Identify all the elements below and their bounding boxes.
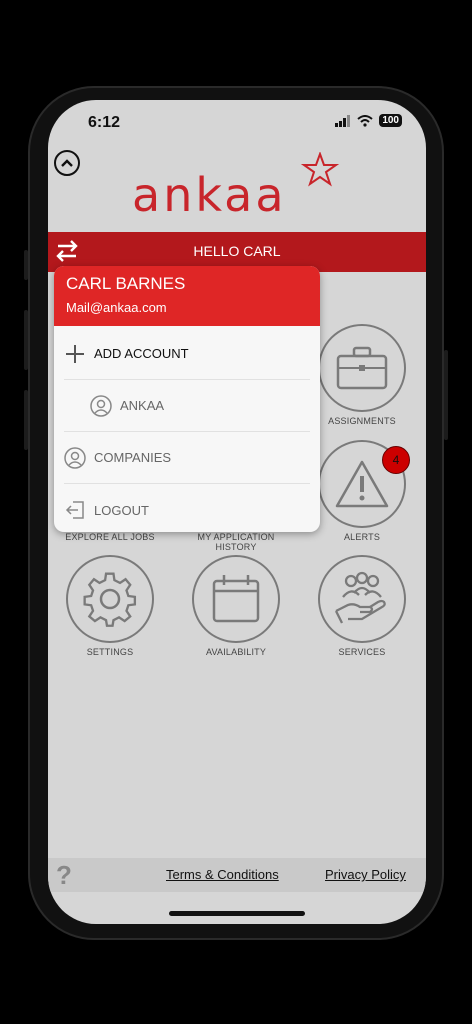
menu-item-label: ANKAA xyxy=(120,398,165,413)
tile-label: ASSIGNMENTS xyxy=(328,416,396,426)
phone-mute-switch xyxy=(24,250,28,280)
tile-label: MY APPLICATION HISTORY xyxy=(197,532,275,552)
user-circle-icon xyxy=(64,446,86,469)
account-email: Mail@ankaa.com xyxy=(66,300,167,315)
user-circle-icon xyxy=(90,394,112,417)
menu-item-label: LOGOUT xyxy=(94,502,149,518)
terms-link[interactable]: Terms & Conditions xyxy=(166,867,279,882)
footer-bar: ? Terms & Conditions Privacy Policy xyxy=(48,858,426,892)
tile-settings[interactable]: SETTINGS xyxy=(50,555,170,657)
tile-assignments[interactable]: ASSIGNMENTS xyxy=(302,324,422,426)
tile-label: ALERTS xyxy=(343,532,381,542)
greeting-title: HELLO CARL xyxy=(193,243,281,259)
plus-icon xyxy=(66,344,84,363)
tile-label: SERVICES xyxy=(338,647,386,657)
tile-services[interactable]: SERVICES xyxy=(302,555,422,657)
gear-icon xyxy=(83,572,137,627)
help-icon[interactable]: ? xyxy=(56,860,72,891)
tile-availability[interactable]: AVAILABILITY xyxy=(176,555,296,657)
logo-star-icon xyxy=(300,152,340,187)
alerts-badge: 4 xyxy=(382,446,410,474)
account-menu-header: CARL BARNES Mail@ankaa.com xyxy=(54,266,320,326)
privacy-link[interactable]: Privacy Policy xyxy=(325,867,406,882)
tile-circle xyxy=(192,555,280,643)
status-time: 6:12 xyxy=(88,114,121,131)
status-icons: 100 xyxy=(335,114,402,127)
phone-volume-up xyxy=(24,310,28,370)
phone-power-button xyxy=(444,350,448,440)
tile-label: SETTINGS xyxy=(86,647,134,657)
home-indicator[interactable] xyxy=(169,911,305,916)
status-bar: 6:12 100 xyxy=(48,100,426,144)
chevron-up-icon xyxy=(61,159,73,167)
menu-item-logout[interactable]: LOGOUT xyxy=(64,484,310,532)
account-name: CARL BARNES xyxy=(66,274,186,293)
signal-icon xyxy=(335,114,351,127)
tile-circle xyxy=(318,324,406,412)
wifi-icon xyxy=(357,114,373,127)
briefcase-icon xyxy=(336,346,388,390)
tile-circle xyxy=(318,555,406,643)
people-hand-icon xyxy=(334,571,386,624)
calendar-icon xyxy=(212,575,260,623)
tile-label: AVAILABILITY xyxy=(205,647,267,657)
account-menu: CARL BARNES Mail@ankaa.com ADD ACCOUNT A… xyxy=(54,266,320,532)
tile-circle xyxy=(66,555,154,643)
tile-label: EXPLORE ALL JOBS xyxy=(65,532,155,542)
collapse-button[interactable] xyxy=(54,150,80,176)
menu-item-label: COMPANIES xyxy=(94,450,172,465)
menu-item-ankaa[interactable]: ANKAA xyxy=(64,380,310,432)
phone-volume-down xyxy=(24,390,28,450)
app-screen: 6:12 100 ankaa HELLO CARL ASSIGNMENTS EX… xyxy=(48,100,426,924)
menu-item-add-account[interactable]: ADD ACCOUNT xyxy=(64,328,310,380)
app-logo: ankaa xyxy=(132,168,287,222)
battery-indicator: 100 xyxy=(379,114,402,127)
menu-item-label: ADD ACCOUNT xyxy=(94,346,189,361)
logout-icon xyxy=(65,501,84,519)
menu-item-companies[interactable]: COMPANIES xyxy=(64,432,310,484)
